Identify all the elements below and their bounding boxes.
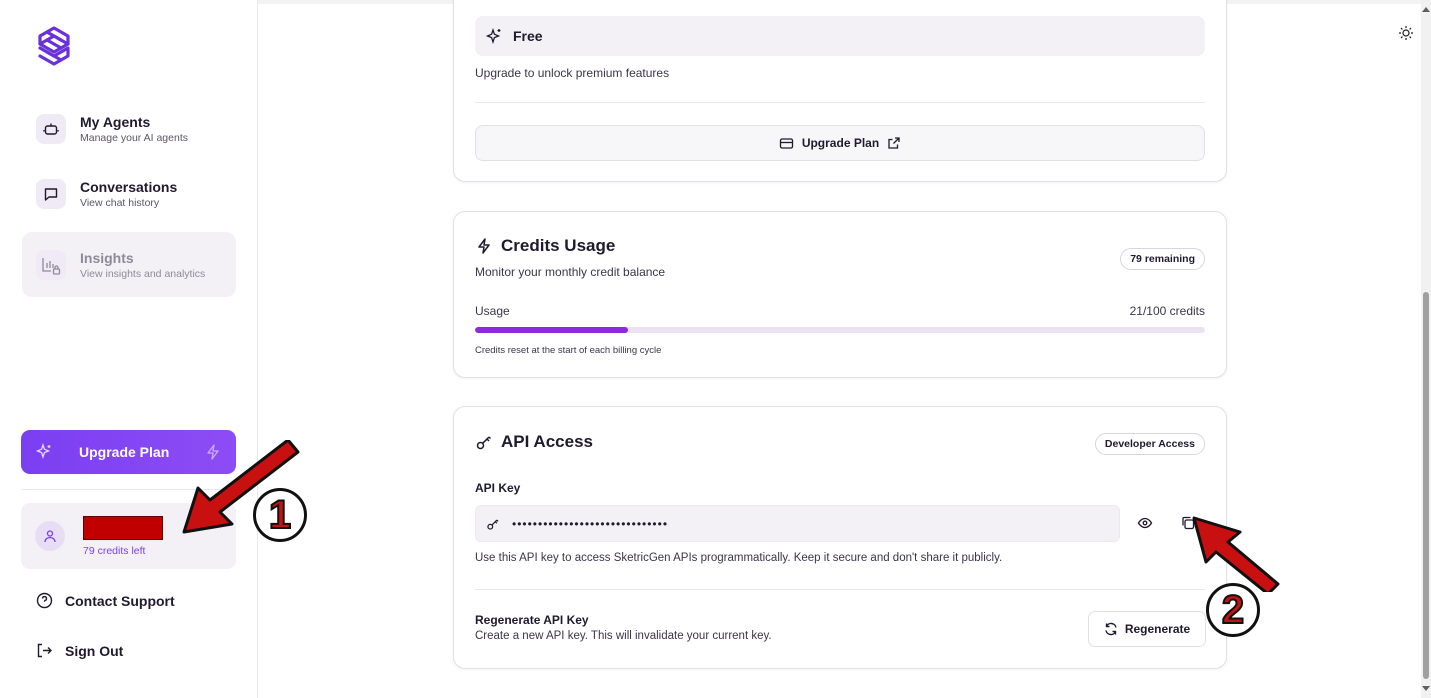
- upgrade-plan-button[interactable]: Upgrade Plan: [475, 125, 1205, 161]
- annotation-number-one: 1: [253, 488, 307, 542]
- api-key-note: Use this API key to access SketricGen AP…: [475, 552, 1003, 564]
- sidebar-item-conversations[interactable]: Conversations View chat history: [22, 171, 236, 217]
- annotation-number-two: 2: [1206, 583, 1260, 637]
- api-key-field[interactable]: ••••••••••••••••••••••••••••••: [475, 505, 1120, 542]
- sidebar-item-sublabel: View chat history: [80, 197, 160, 209]
- api-access-title-text: API Access: [501, 432, 593, 451]
- external-link-icon: [888, 137, 900, 149]
- scrollbar-thumb[interactable]: [1423, 292, 1429, 679]
- usage-value: 21/100 credits: [1129, 304, 1205, 318]
- key-icon: [476, 436, 492, 450]
- api-divider: [475, 589, 1205, 590]
- sign-out-link[interactable]: Sign Out: [36, 642, 123, 659]
- sign-out-label: Sign Out: [65, 642, 124, 659]
- sidebar-item-label: My Agents: [80, 114, 151, 130]
- bot-icon: [36, 114, 66, 144]
- credits-usage-card: Credits Usage Monitor your monthly credi…: [453, 211, 1227, 378]
- lightning-icon: [478, 238, 490, 254]
- plan-subtitle: Upgrade to unlock premium features: [475, 66, 670, 80]
- sidebar-item-insights[interactable]: Insights View insights and analytics: [22, 232, 236, 297]
- api-key-label: API Key: [475, 481, 521, 495]
- bar-chart-lock-icon: [36, 249, 66, 280]
- user-avatar-icon: [35, 521, 65, 551]
- refresh-icon: [1105, 622, 1117, 636]
- regenerate-button-label: Regenerate: [1124, 622, 1191, 636]
- developer-access-badge: Developer Access: [1094, 433, 1205, 455]
- theme-toggle-sun-icon[interactable]: [1398, 25, 1414, 41]
- credits-usage-title-text: Credits Usage: [501, 236, 616, 255]
- credits-reset-note: Credits reset at the start of each billi…: [475, 345, 662, 356]
- sparkles-icon: [35, 443, 51, 460]
- plan-divider: [475, 102, 1205, 103]
- credits-progress-bar: [475, 327, 1205, 333]
- scroll-down-arrow-icon[interactable]: [1422, 686, 1430, 691]
- api-access-card: API Access Developer Access API Key ••••…: [453, 406, 1227, 669]
- usage-label: Usage: [475, 304, 510, 318]
- api-access-title: API Access: [475, 432, 593, 452]
- credit-card-icon: [779, 137, 793, 149]
- scroll-up-arrow-icon[interactable]: [1422, 7, 1430, 12]
- sidebar: My Agents Manage your AI agents Conversa…: [0, 0, 258, 698]
- key-icon: [487, 519, 499, 530]
- contact-support-label: Contact Support: [65, 592, 175, 609]
- api-key-masked: ••••••••••••••••••••••••••••••: [512, 516, 669, 531]
- regenerate-button[interactable]: Regenerate: [1088, 611, 1206, 647]
- credits-left-label: 79 credits left: [83, 544, 146, 557]
- contact-support-link[interactable]: Contact Support: [36, 592, 175, 609]
- upgrade-plan-button-label: Upgrade Plan: [801, 136, 880, 150]
- sparkles-icon: [485, 27, 501, 45]
- help-circle-icon: [36, 592, 53, 609]
- regenerate-title: Regenerate API Key: [475, 613, 589, 627]
- redacted-username: [83, 515, 163, 540]
- regenerate-subtitle: Create a new API key. This will invalida…: [475, 630, 772, 642]
- sidebar-item-label: Insights: [80, 249, 134, 266]
- annotation-arrow-two: [1192, 516, 1280, 592]
- chat-bubble-icon: [36, 179, 66, 209]
- app-logo-icon[interactable]: [34, 24, 74, 68]
- page-scrollbar[interactable]: [1421, 0, 1431, 698]
- plan-name: Free: [513, 28, 543, 44]
- current-plan-pill: Free: [475, 16, 1205, 56]
- sidebar-item-sublabel: View insights and analytics: [80, 267, 206, 280]
- sidebar-item-my-agents[interactable]: My Agents Manage your AI agents: [22, 106, 236, 152]
- show-key-eye-icon[interactable]: [1137, 515, 1153, 531]
- credits-usage-subtitle: Monitor your monthly credit balance: [475, 265, 666, 279]
- sidebar-item-sublabel: Manage your AI agents: [80, 132, 188, 144]
- credits-remaining-badge: 79 remaining: [1120, 248, 1205, 270]
- sidebar-item-label: Conversations: [80, 179, 178, 195]
- credits-progress-fill: [475, 327, 629, 333]
- credits-usage-title: Credits Usage: [475, 236, 615, 256]
- log-out-icon: [37, 643, 52, 658]
- plan-card: Free Upgrade to unlock premium features …: [453, 0, 1227, 182]
